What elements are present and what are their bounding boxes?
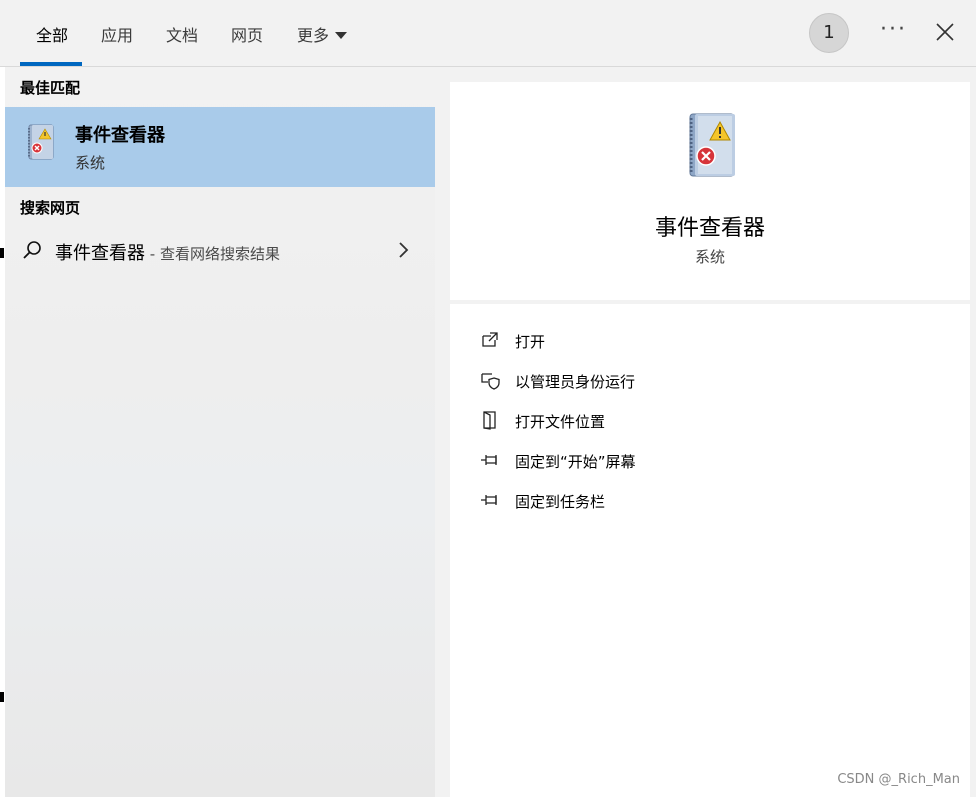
search-icon [23,241,41,259]
open-file-location-label: 打开文件位置 [515,413,606,431]
best-match-item[interactable]: 事件查看器 系统 [5,107,435,187]
web-search-item[interactable]: 事件查看器 - 查看网络搜索结果 [5,230,435,270]
tab-all[interactable]: 全部 [36,22,68,46]
tab-web[interactable]: 网页 [231,22,263,46]
event-viewer-icon [689,113,735,177]
web-search-heading: 搜索网页 [20,199,81,217]
avatar[interactable]: 1 [809,13,849,53]
edge-mark [0,248,4,258]
tab-documents[interactable]: 文档 [166,22,198,46]
search-window: 全部 应用 文档 网页 更多 1 ··· 最佳匹配 事件查看器 系统 搜索网页 [0,0,976,797]
open-label: 打开 [515,333,546,351]
file-location-icon [483,411,496,430]
watermark: CSDN @_Rich_Man [837,772,960,787]
detail-actions: 打开 以管理员身份运行 打开文件位置 固定到“开始”屏幕 固定到任务栏 [450,304,970,797]
detail-header: 事件查看器 系统 [450,82,970,300]
admin-shield-icon [481,373,500,390]
open-external-icon [482,332,498,347]
web-search-suffix: - 查看网络搜索结果 [145,245,280,263]
tab-apps[interactable]: 应用 [101,22,133,46]
best-match-heading: 最佳匹配 [20,79,81,97]
best-match-subtitle: 系统 [75,154,106,172]
pin-to-start-label: 固定到“开始”屏幕 [515,453,636,471]
detail-subtitle: 系统 [694,248,725,266]
pin-icon [481,455,497,465]
web-search-text: 事件查看器 - 查看网络搜索结果 [55,239,280,265]
run-as-admin-label: 以管理员身份运行 [515,373,636,391]
more-options-icon[interactable]: ··· [880,17,907,42]
detail-title: 事件查看器 [654,216,765,241]
best-match-title: 事件查看器 [75,125,165,146]
active-tab-indicator [20,62,82,66]
edge-mark [0,692,4,702]
tab-more[interactable]: 更多 [297,22,348,46]
chevron-right-icon[interactable] [398,241,410,259]
caret-down-icon [335,32,348,39]
web-search-query: 事件查看器 [55,243,145,264]
pin-to-taskbar-label: 固定到任务栏 [515,493,606,511]
event-viewer-icon [28,124,54,160]
close-icon[interactable] [933,20,957,44]
tab-bar: 全部 应用 文档 网页 更多 1 ··· [0,0,976,67]
pin-icon [481,495,497,505]
tab-more-label: 更多 [297,26,330,45]
